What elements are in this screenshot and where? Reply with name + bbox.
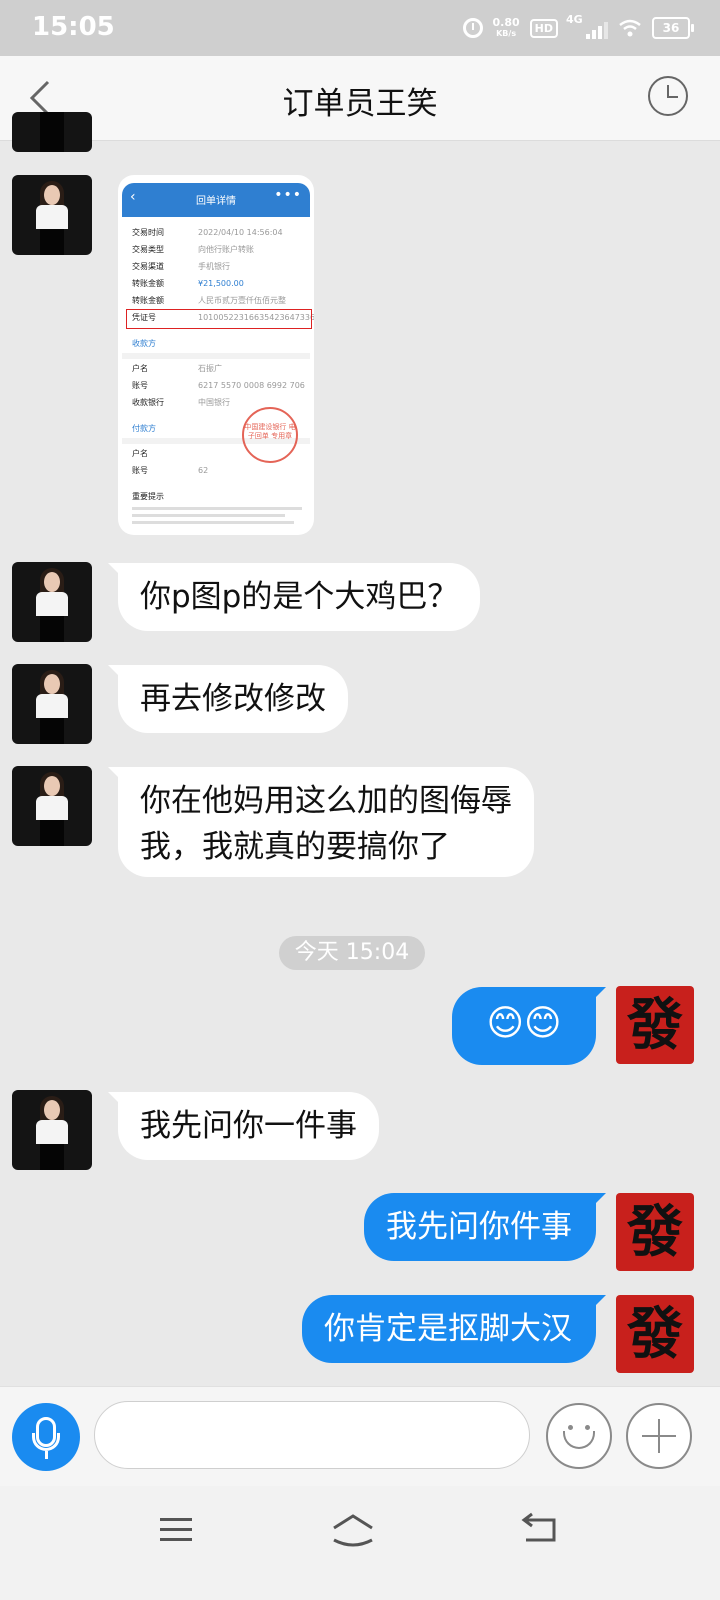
status-time: 15:05 <box>32 12 115 42</box>
receipt-row: 交易时间 2022/04/10 14:56:04 <box>132 228 283 237</box>
title-bar: 订单员王笑 <box>0 56 720 141</box>
avatar[interactable] <box>12 766 92 846</box>
message-text-line: 你在他妈用这么加的图侮辱 <box>140 783 512 819</box>
net-speed: 0.80 KB/s <box>493 17 520 39</box>
my-avatar[interactable]: 發 <box>616 1193 694 1271</box>
receipt-more-icon: ••• <box>274 187 302 203</box>
avatar[interactable] <box>12 1090 92 1170</box>
receipt-divider <box>122 353 310 359</box>
plus-icon[interactable] <box>626 1403 692 1469</box>
message-text: 我先问你一件事 <box>140 1108 357 1144</box>
receipt-row: 转账金额 ¥21,500.00 <box>132 279 244 288</box>
my-avatar[interactable]: 發 <box>616 1295 694 1373</box>
bank-stamp: 中国建设银行 电子回单 专用章 <box>242 407 298 463</box>
status-bar: 15:05 0.80 KB/s HD 4G 36 <box>0 0 720 56</box>
receipt-row: 收款银行 中国银行 <box>132 398 230 407</box>
receipt-notes-title: 重要提示 <box>132 492 164 501</box>
status-icons: 0.80 KB/s HD 4G 36 <box>462 13 694 42</box>
receipt-row: 账号 62 <box>132 466 209 475</box>
timestamp-chip: 今天 15:04 <box>279 936 425 970</box>
smiley-icon[interactable] <box>546 1403 612 1469</box>
message-bubble-outgoing[interactable]: 我先问你件事 <box>364 1193 606 1261</box>
receipt-body: 交易时间 2022/04/10 14:56:04 交易类型 向他行账户转账 交易渠道… <box>122 217 314 531</box>
message-bubble-incoming[interactable]: 再去修改修改 <box>108 665 348 733</box>
net-speed-unit: KB/s <box>496 29 517 38</box>
receipt-row: 户名 <box>132 449 148 458</box>
menu-icon[interactable] <box>160 1514 196 1544</box>
hd-badge: HD <box>529 18 558 38</box>
message-text-line: 我，我就真的要搞你了 <box>140 829 450 865</box>
message-bubble-outgoing[interactable]: 😊😊 <box>452 987 606 1065</box>
message-bubble-incoming[interactable]: 我先问你一件事 <box>108 1092 379 1160</box>
avatar[interactable] <box>12 562 92 642</box>
input-bar <box>0 1386 720 1487</box>
receipt-row: 交易渠道 手机银行 <box>132 262 230 271</box>
receipt-payer-section: 付款方 <box>132 424 156 433</box>
back-nav-icon[interactable] <box>520 1510 560 1546</box>
message-bubble-incoming[interactable]: 你p图p的是个大鸡巴？ <box>107 563 481 631</box>
receipt-row: 户名 石振广 <box>132 364 222 373</box>
avatar[interactable] <box>12 664 92 744</box>
avatar[interactable] <box>12 175 92 255</box>
chat-title: 订单员王笑 <box>282 86 438 122</box>
system-nav-bar <box>0 1486 720 1600</box>
message-text: 再去修改修改 <box>140 681 326 717</box>
receipt-row: 转账金额 人民币贰万壹仟伍佰元整 <box>132 296 286 305</box>
message-text: 你p图p的是个大鸡巴？ <box>140 579 459 615</box>
network-type: 4G <box>566 13 583 26</box>
home-icon[interactable] <box>330 1510 376 1550</box>
voice-button[interactable] <box>12 1403 80 1471</box>
avatar[interactable] <box>12 112 92 152</box>
alarm-icon <box>462 18 483 38</box>
my-avatar[interactable]: 發 <box>616 986 694 1064</box>
message-bubble-incoming[interactable]: 你在他妈用这么加的图侮辱 我，我就真的要搞你了 <box>108 767 534 877</box>
message-text: 😊😊 <box>486 1003 562 1044</box>
message-bubble-outgoing[interactable]: 你肯定是抠脚大汉 <box>302 1295 606 1363</box>
clock-icon[interactable] <box>648 76 688 116</box>
message-input[interactable] <box>94 1401 530 1469</box>
receipt-highlight-box <box>126 309 312 329</box>
receipt-header: ‹ 回单详情 ••• <box>122 183 310 217</box>
receipt-image-message[interactable]: ‹ 回单详情 ••• 交易时间 2022/04/10 14:56:04 交易类型向… <box>118 175 314 535</box>
net-speed-value: 0.80 <box>492 16 520 29</box>
receipt-row: 账号 6217 5570 0008 6992 706 <box>132 381 305 390</box>
battery-icon: 36 <box>652 17 694 39</box>
signal-icon: 4G <box>566 13 608 39</box>
receipt-row: 交易类型 向他行账户转账 <box>132 245 254 254</box>
message-text: 你肯定是抠脚大汉 <box>324 1311 572 1347</box>
message-text: 我先问你件事 <box>386 1209 572 1245</box>
receipt-notes-text <box>132 505 302 528</box>
wifi-icon <box>619 19 641 37</box>
receipt-payee-section: 收款方 <box>132 339 156 348</box>
